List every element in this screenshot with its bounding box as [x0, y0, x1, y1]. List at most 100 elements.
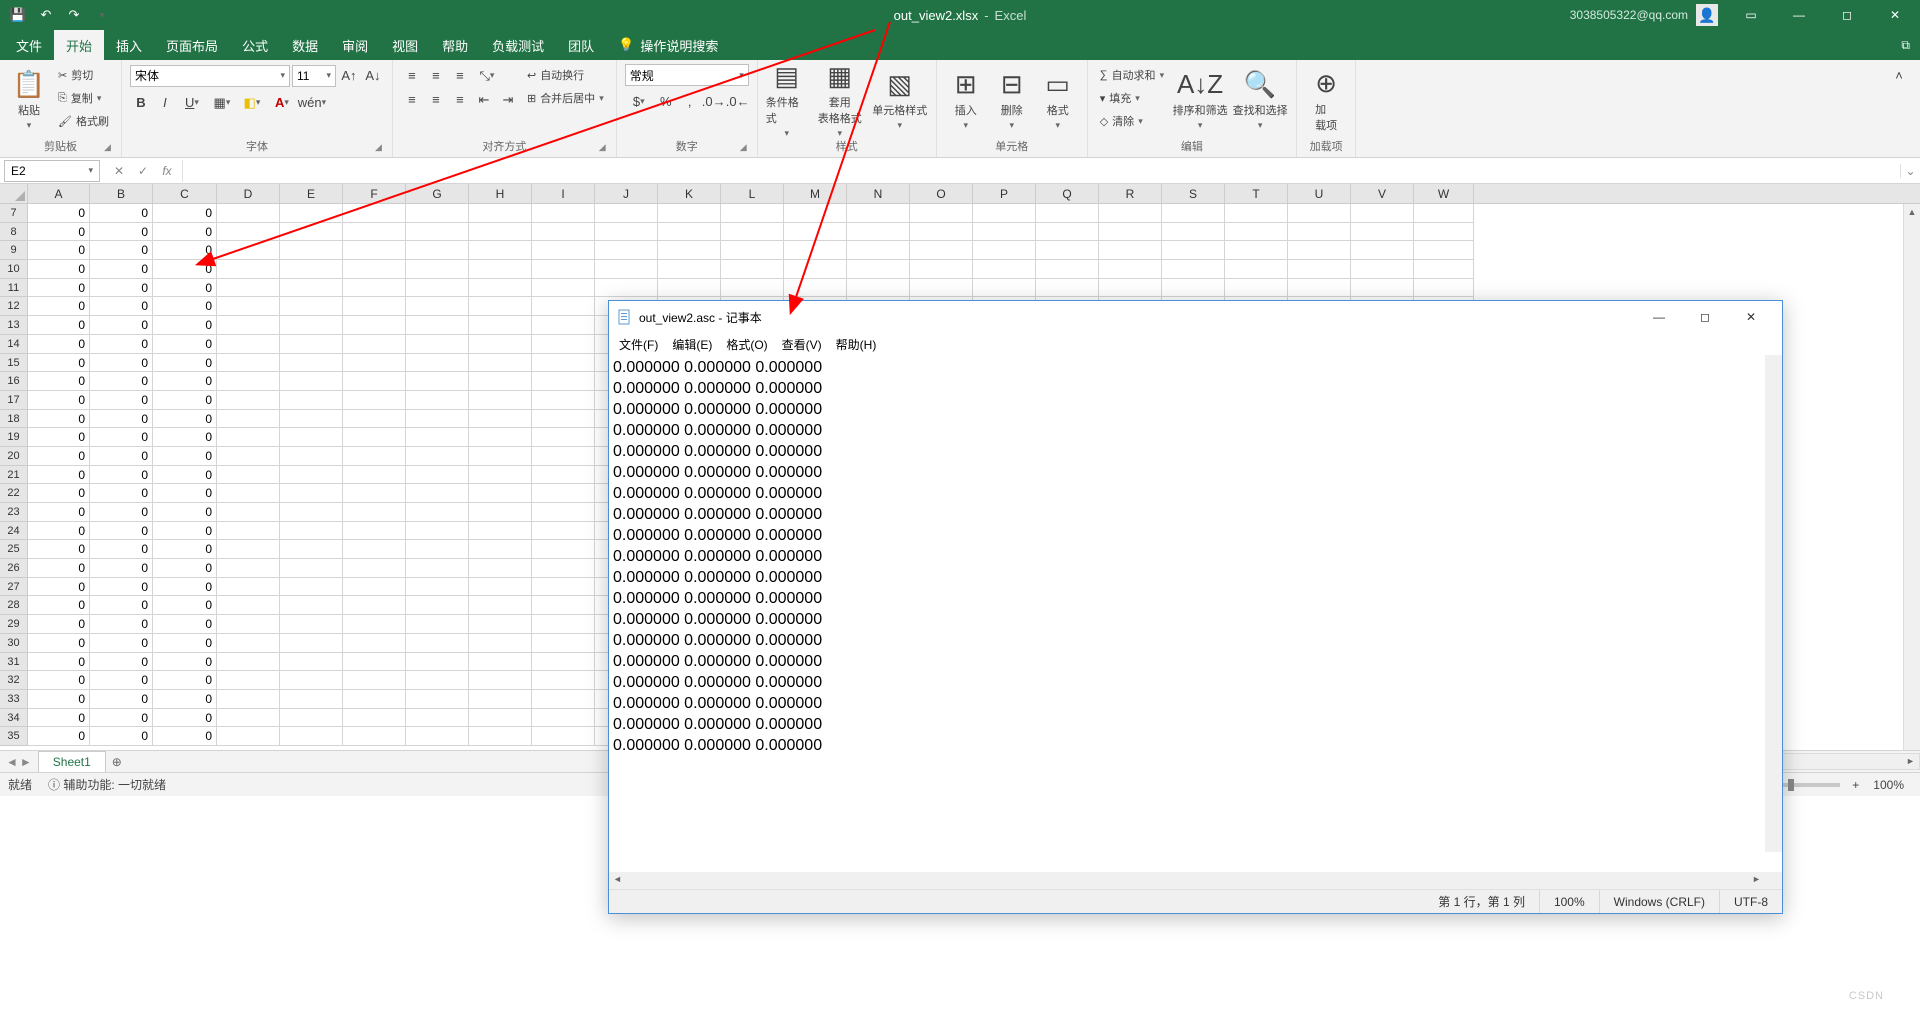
- row-header[interactable]: 7: [0, 204, 28, 223]
- orientation-icon[interactable]: ⤡▾: [473, 65, 501, 87]
- cell[interactable]: [532, 354, 595, 373]
- cell[interactable]: [217, 578, 280, 597]
- user-email[interactable]: 3038505322@qq.com: [1570, 8, 1688, 22]
- enter-formula-icon[interactable]: ✓: [132, 160, 154, 182]
- cell[interactable]: [217, 260, 280, 279]
- cell[interactable]: [406, 596, 469, 615]
- row-header[interactable]: 28: [0, 596, 28, 615]
- cell[interactable]: 0: [90, 671, 153, 690]
- phonetic-button[interactable]: wén▾: [298, 92, 326, 114]
- cell[interactable]: [658, 279, 721, 298]
- increase-font-icon[interactable]: A↑: [338, 65, 360, 87]
- cell[interactable]: [343, 354, 406, 373]
- cell[interactable]: [217, 653, 280, 672]
- cell[interactable]: [1036, 241, 1099, 260]
- row-header[interactable]: 29: [0, 615, 28, 634]
- fill-color-button[interactable]: ◧▾: [238, 92, 266, 114]
- tab-插入[interactable]: 插入: [104, 30, 154, 60]
- cell[interactable]: [784, 260, 847, 279]
- cell[interactable]: 0: [90, 204, 153, 223]
- cell[interactable]: [532, 503, 595, 522]
- collapse-ribbon-icon[interactable]: ˄: [1888, 64, 1910, 86]
- find-select-button[interactable]: 🔍查找和选择▾: [1232, 64, 1288, 136]
- cell[interactable]: 0: [90, 503, 153, 522]
- cell[interactable]: [280, 391, 343, 410]
- cell[interactable]: [217, 223, 280, 242]
- cell[interactable]: [469, 297, 532, 316]
- tab-页面布局[interactable]: 页面布局: [154, 30, 230, 60]
- cell[interactable]: [1162, 204, 1225, 223]
- cell[interactable]: [469, 335, 532, 354]
- tab-公式[interactable]: 公式: [230, 30, 280, 60]
- cell[interactable]: [280, 372, 343, 391]
- cell[interactable]: [1099, 223, 1162, 242]
- cell[interactable]: [595, 204, 658, 223]
- cell[interactable]: [532, 223, 595, 242]
- tab-数据[interactable]: 数据: [280, 30, 330, 60]
- notepad-menu-item[interactable]: 格式(O): [720, 336, 773, 353]
- column-header[interactable]: U: [1288, 184, 1351, 203]
- border-button[interactable]: ▦▾: [208, 92, 236, 114]
- cell[interactable]: [406, 466, 469, 485]
- dialog-launcher-icon[interactable]: ◢: [104, 142, 111, 153]
- cell[interactable]: 0: [90, 540, 153, 559]
- cell[interactable]: [343, 279, 406, 298]
- cell[interactable]: [406, 223, 469, 242]
- notepad-minimize-icon[interactable]: —: [1636, 302, 1682, 332]
- cell[interactable]: [532, 671, 595, 690]
- cell[interactable]: [532, 335, 595, 354]
- undo-icon[interactable]: ↶: [34, 3, 58, 27]
- cell[interactable]: 0: [90, 578, 153, 597]
- column-header[interactable]: B: [90, 184, 153, 203]
- cell[interactable]: [658, 204, 721, 223]
- cell[interactable]: [532, 596, 595, 615]
- conditional-format-button[interactable]: ▤条件格式▾: [766, 64, 808, 136]
- row-header[interactable]: 18: [0, 410, 28, 429]
- cell[interactable]: 0: [153, 241, 217, 260]
- cell[interactable]: [343, 428, 406, 447]
- cell[interactable]: [469, 279, 532, 298]
- sheet-next-icon[interactable]: ►: [20, 755, 32, 769]
- cell[interactable]: 0: [153, 391, 217, 410]
- cell[interactable]: [343, 260, 406, 279]
- cell[interactable]: [469, 428, 532, 447]
- cell[interactable]: [406, 428, 469, 447]
- row-header[interactable]: 15: [0, 354, 28, 373]
- paste-button[interactable]: 📋 粘贴 ▾: [8, 64, 50, 136]
- cell[interactable]: 0: [28, 540, 90, 559]
- cell[interactable]: 0: [28, 690, 90, 709]
- cell[interactable]: [280, 260, 343, 279]
- cell[interactable]: [280, 316, 343, 335]
- number-format-select[interactable]: 常规▾: [625, 64, 749, 86]
- notepad-menu-item[interactable]: 文件(F): [613, 336, 664, 353]
- format-cells-button[interactable]: ▭格式▾: [1037, 64, 1079, 136]
- cell[interactable]: [217, 484, 280, 503]
- cell[interactable]: [406, 615, 469, 634]
- cell[interactable]: [280, 522, 343, 541]
- cell[interactable]: 0: [28, 727, 90, 746]
- cell[interactable]: [280, 634, 343, 653]
- cell[interactable]: [1099, 260, 1162, 279]
- row-header[interactable]: 30: [0, 634, 28, 653]
- cell[interactable]: [406, 727, 469, 746]
- cell[interactable]: [406, 653, 469, 672]
- cell[interactable]: 0: [28, 466, 90, 485]
- cell[interactable]: 0: [28, 578, 90, 597]
- cell[interactable]: [406, 335, 469, 354]
- clear-button[interactable]: ◇清除▾: [1096, 110, 1168, 132]
- cell[interactable]: 0: [90, 297, 153, 316]
- cell[interactable]: [217, 503, 280, 522]
- row-header[interactable]: 14: [0, 335, 28, 354]
- cell[interactable]: 0: [153, 204, 217, 223]
- cell[interactable]: 0: [28, 596, 90, 615]
- cell[interactable]: 0: [90, 559, 153, 578]
- cell[interactable]: [1288, 223, 1351, 242]
- notepad-titlebar[interactable]: out_view2.asc - 记事本 — ◻ ✕: [609, 301, 1782, 333]
- cell[interactable]: [217, 596, 280, 615]
- cell[interactable]: [532, 709, 595, 728]
- cell[interactable]: [406, 241, 469, 260]
- row-header[interactable]: 21: [0, 466, 28, 485]
- cell[interactable]: [406, 690, 469, 709]
- sheet-prev-icon[interactable]: ◄: [6, 755, 18, 769]
- dialog-launcher-icon[interactable]: ◢: [599, 142, 606, 153]
